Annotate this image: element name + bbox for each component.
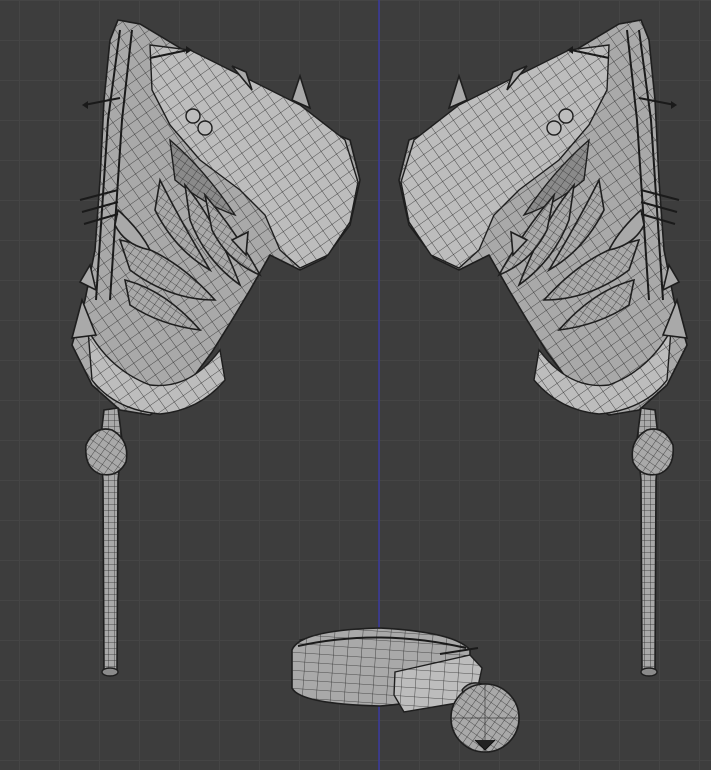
bracelet-mesh[interactable] [291, 627, 483, 713]
3d-viewport[interactable] [0, 0, 711, 770]
charm-ball-mesh[interactable] [450, 682, 520, 753]
left-wing-mesh[interactable] [70, 19, 361, 416]
right-wing-mesh[interactable] [398, 19, 689, 416]
right-rod-mesh[interactable] [631, 407, 675, 677]
left-rod-mesh[interactable] [84, 407, 128, 677]
